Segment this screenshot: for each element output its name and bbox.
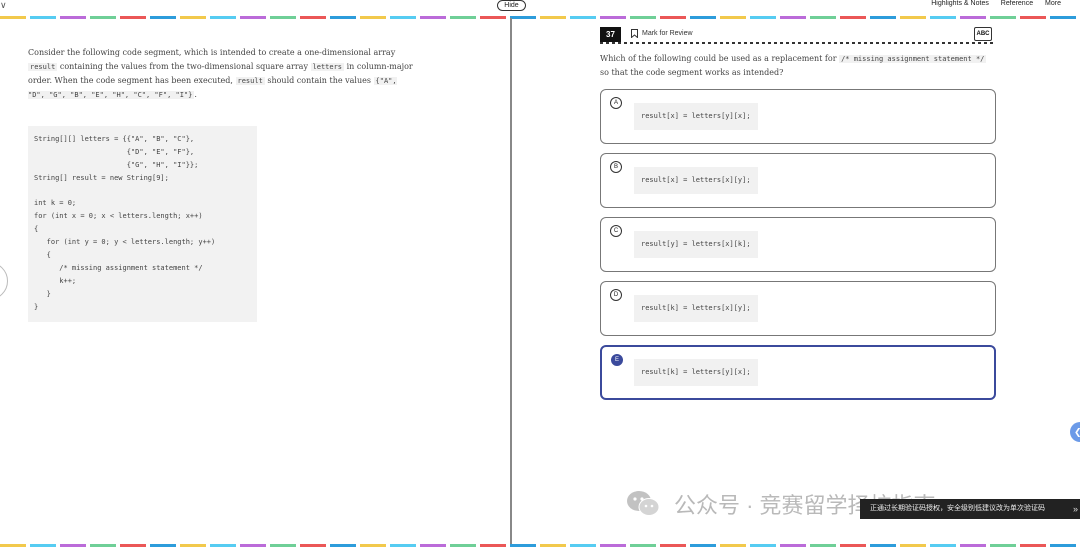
code-line: for (int y = 0; y < letters.length; y++) (34, 238, 216, 247)
question-text-2: so that the code segment works as intend… (600, 68, 784, 77)
code-line: { (34, 225, 39, 234)
panel-divider[interactable] (510, 18, 512, 544)
code-line: } (34, 289, 51, 298)
question-header-rule (600, 42, 996, 44)
code-line: int k = 0; (34, 199, 77, 208)
choice-letter-c: C (610, 225, 622, 237)
choice-d[interactable]: D result[k] = letters[x][y]; (600, 281, 996, 336)
passage-code-result: result (28, 63, 58, 71)
top-bar: ∨ Hide Highlights & Notes Reference More (0, 0, 1080, 16)
reference-button[interactable]: Reference (1001, 0, 1033, 7)
side-expand-button[interactable]: ❮ (1070, 422, 1080, 442)
toast-text: 正通过长期验证码授权，安全级别低建议改为单次验证码 (870, 505, 1045, 512)
choice-b[interactable]: B result[x] = letters[x][y]; (600, 153, 996, 208)
choice-letter-a: A (610, 97, 622, 109)
security-toast[interactable]: 正通过长期验证码授权，安全级别低建议改为单次验证码 » (860, 499, 1080, 519)
code-line: {"D", "E", "F"}, (34, 147, 195, 156)
wechat-icon (627, 491, 660, 516)
choice-letter-b: B (610, 161, 622, 173)
code-line: String[][] letters = {{"A", "B", "C"}, (34, 135, 195, 143)
code-line: k++; (34, 276, 77, 285)
choice-e[interactable]: E result[k] = letters[y][x]; (600, 345, 996, 400)
chevron-down-icon[interactable]: ∨ (0, 0, 7, 11)
more-button[interactable]: More (1045, 0, 1061, 7)
mark-for-review-label: Mark for Review (642, 30, 693, 37)
question-text-1: Which of the following could be used as … (600, 54, 837, 63)
code-line: } (34, 302, 39, 311)
left-scroll-handle[interactable] (0, 262, 8, 300)
code-line: /* missing assignment statement */ (34, 263, 203, 272)
question-text: Which of the following could be used as … (600, 52, 990, 80)
choice-letter-d: D (610, 289, 622, 301)
choice-code-c: result[y] = letters[x][k]; (634, 231, 758, 258)
top-color-strip (0, 16, 1080, 19)
passage-text-5: . (194, 90, 197, 99)
choice-letter-e: E (611, 354, 623, 366)
passage-code-result-2: result (235, 77, 265, 85)
bottom-color-strip (0, 544, 1080, 547)
code-block: String[][] letters = {{"A", "B", "C"}, {… (28, 126, 257, 322)
top-menu: Highlights & Notes Reference More (921, 0, 1061, 7)
highlights-notes-button[interactable]: Highlights & Notes (931, 0, 989, 7)
passage-code-letters: letters (310, 63, 345, 71)
bookmark-icon (631, 29, 638, 38)
code-line: for (int x = 0; x < letters.length; x++) (34, 212, 203, 221)
double-chevron-right-icon[interactable]: » (1073, 499, 1078, 519)
passage-text-1: Consider the following code segment, whi… (28, 48, 396, 57)
passage-text: Consider the following code segment, whi… (28, 46, 413, 102)
choice-code-a: result[x] = letters[y][x]; (634, 103, 758, 130)
choice-code-d: result[k] = letters[x][y]; (634, 295, 758, 322)
question-code: /* missing assignment statement */ (839, 55, 987, 63)
choice-code-b: result[x] = letters[x][y]; (634, 167, 758, 194)
hide-button[interactable]: Hide (497, 0, 526, 11)
code-line: { (34, 251, 51, 260)
code-line: {"G", "H", "I"}}; (34, 160, 199, 169)
choice-code-e: result[k] = letters[y][x]; (634, 359, 758, 386)
passage-text-4: should contain the values (267, 76, 371, 85)
mark-for-review-button[interactable]: Mark for Review (631, 29, 693, 38)
question-number: 37 (600, 27, 621, 42)
choice-a[interactable]: A result[x] = letters[y][x]; (600, 89, 996, 144)
answer-eliminator-button[interactable]: ABC (974, 27, 992, 41)
passage-text-2: containing the values from the two-dimen… (59, 62, 308, 71)
code-line: String[] result = new String[9]; (34, 173, 169, 182)
choice-c[interactable]: C result[y] = letters[x][k]; (600, 217, 996, 272)
